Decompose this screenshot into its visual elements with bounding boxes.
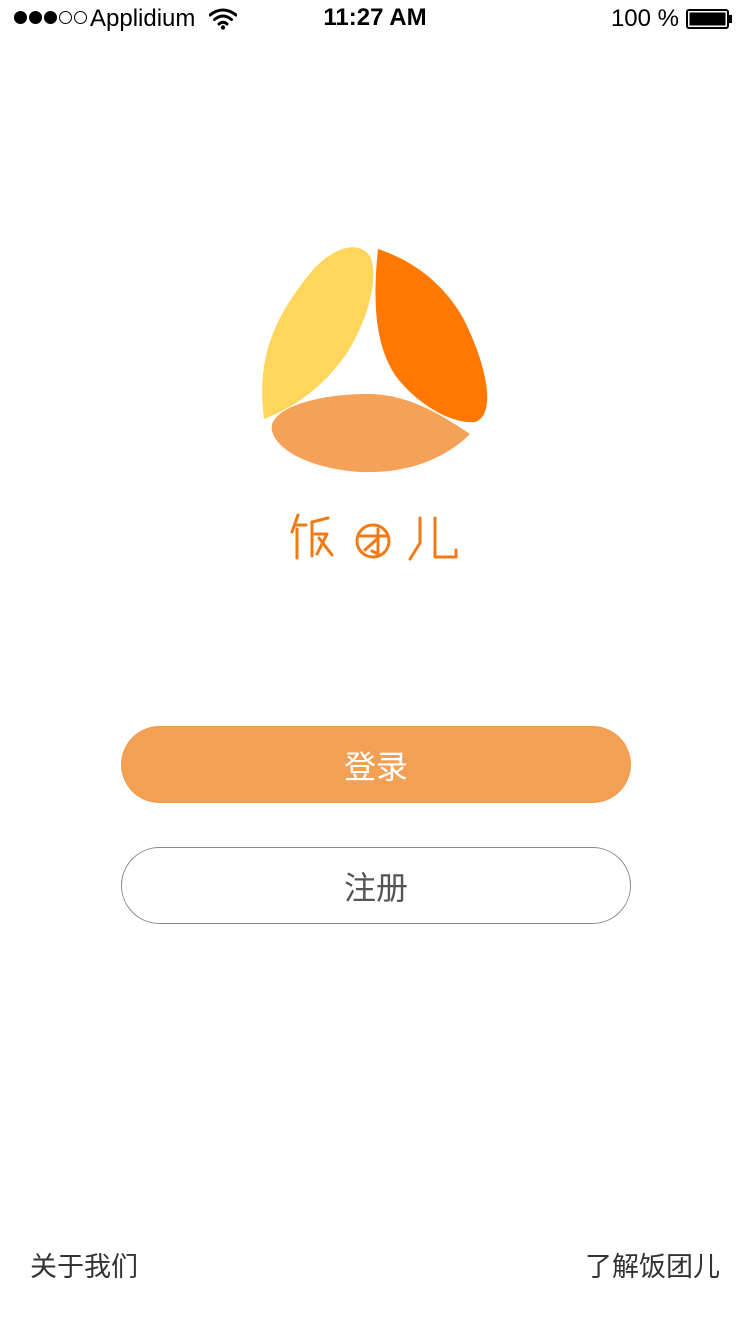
status-bar: Applidium 11:27 AM 100 % — [0, 0, 750, 40]
battery-icon — [686, 9, 732, 29]
app-logo-icon — [262, 247, 488, 473]
battery-percent: 100 % — [610, 5, 679, 32]
register-button[interactable]: 注册 — [121, 847, 631, 924]
learn-more-link[interactable]: 了解饭团儿 — [585, 1245, 720, 1284]
login-button[interactable]: 登录 — [121, 726, 631, 803]
brand-logo-text — [290, 513, 458, 561]
about-us-link[interactable]: 关于我们 — [30, 1245, 138, 1284]
